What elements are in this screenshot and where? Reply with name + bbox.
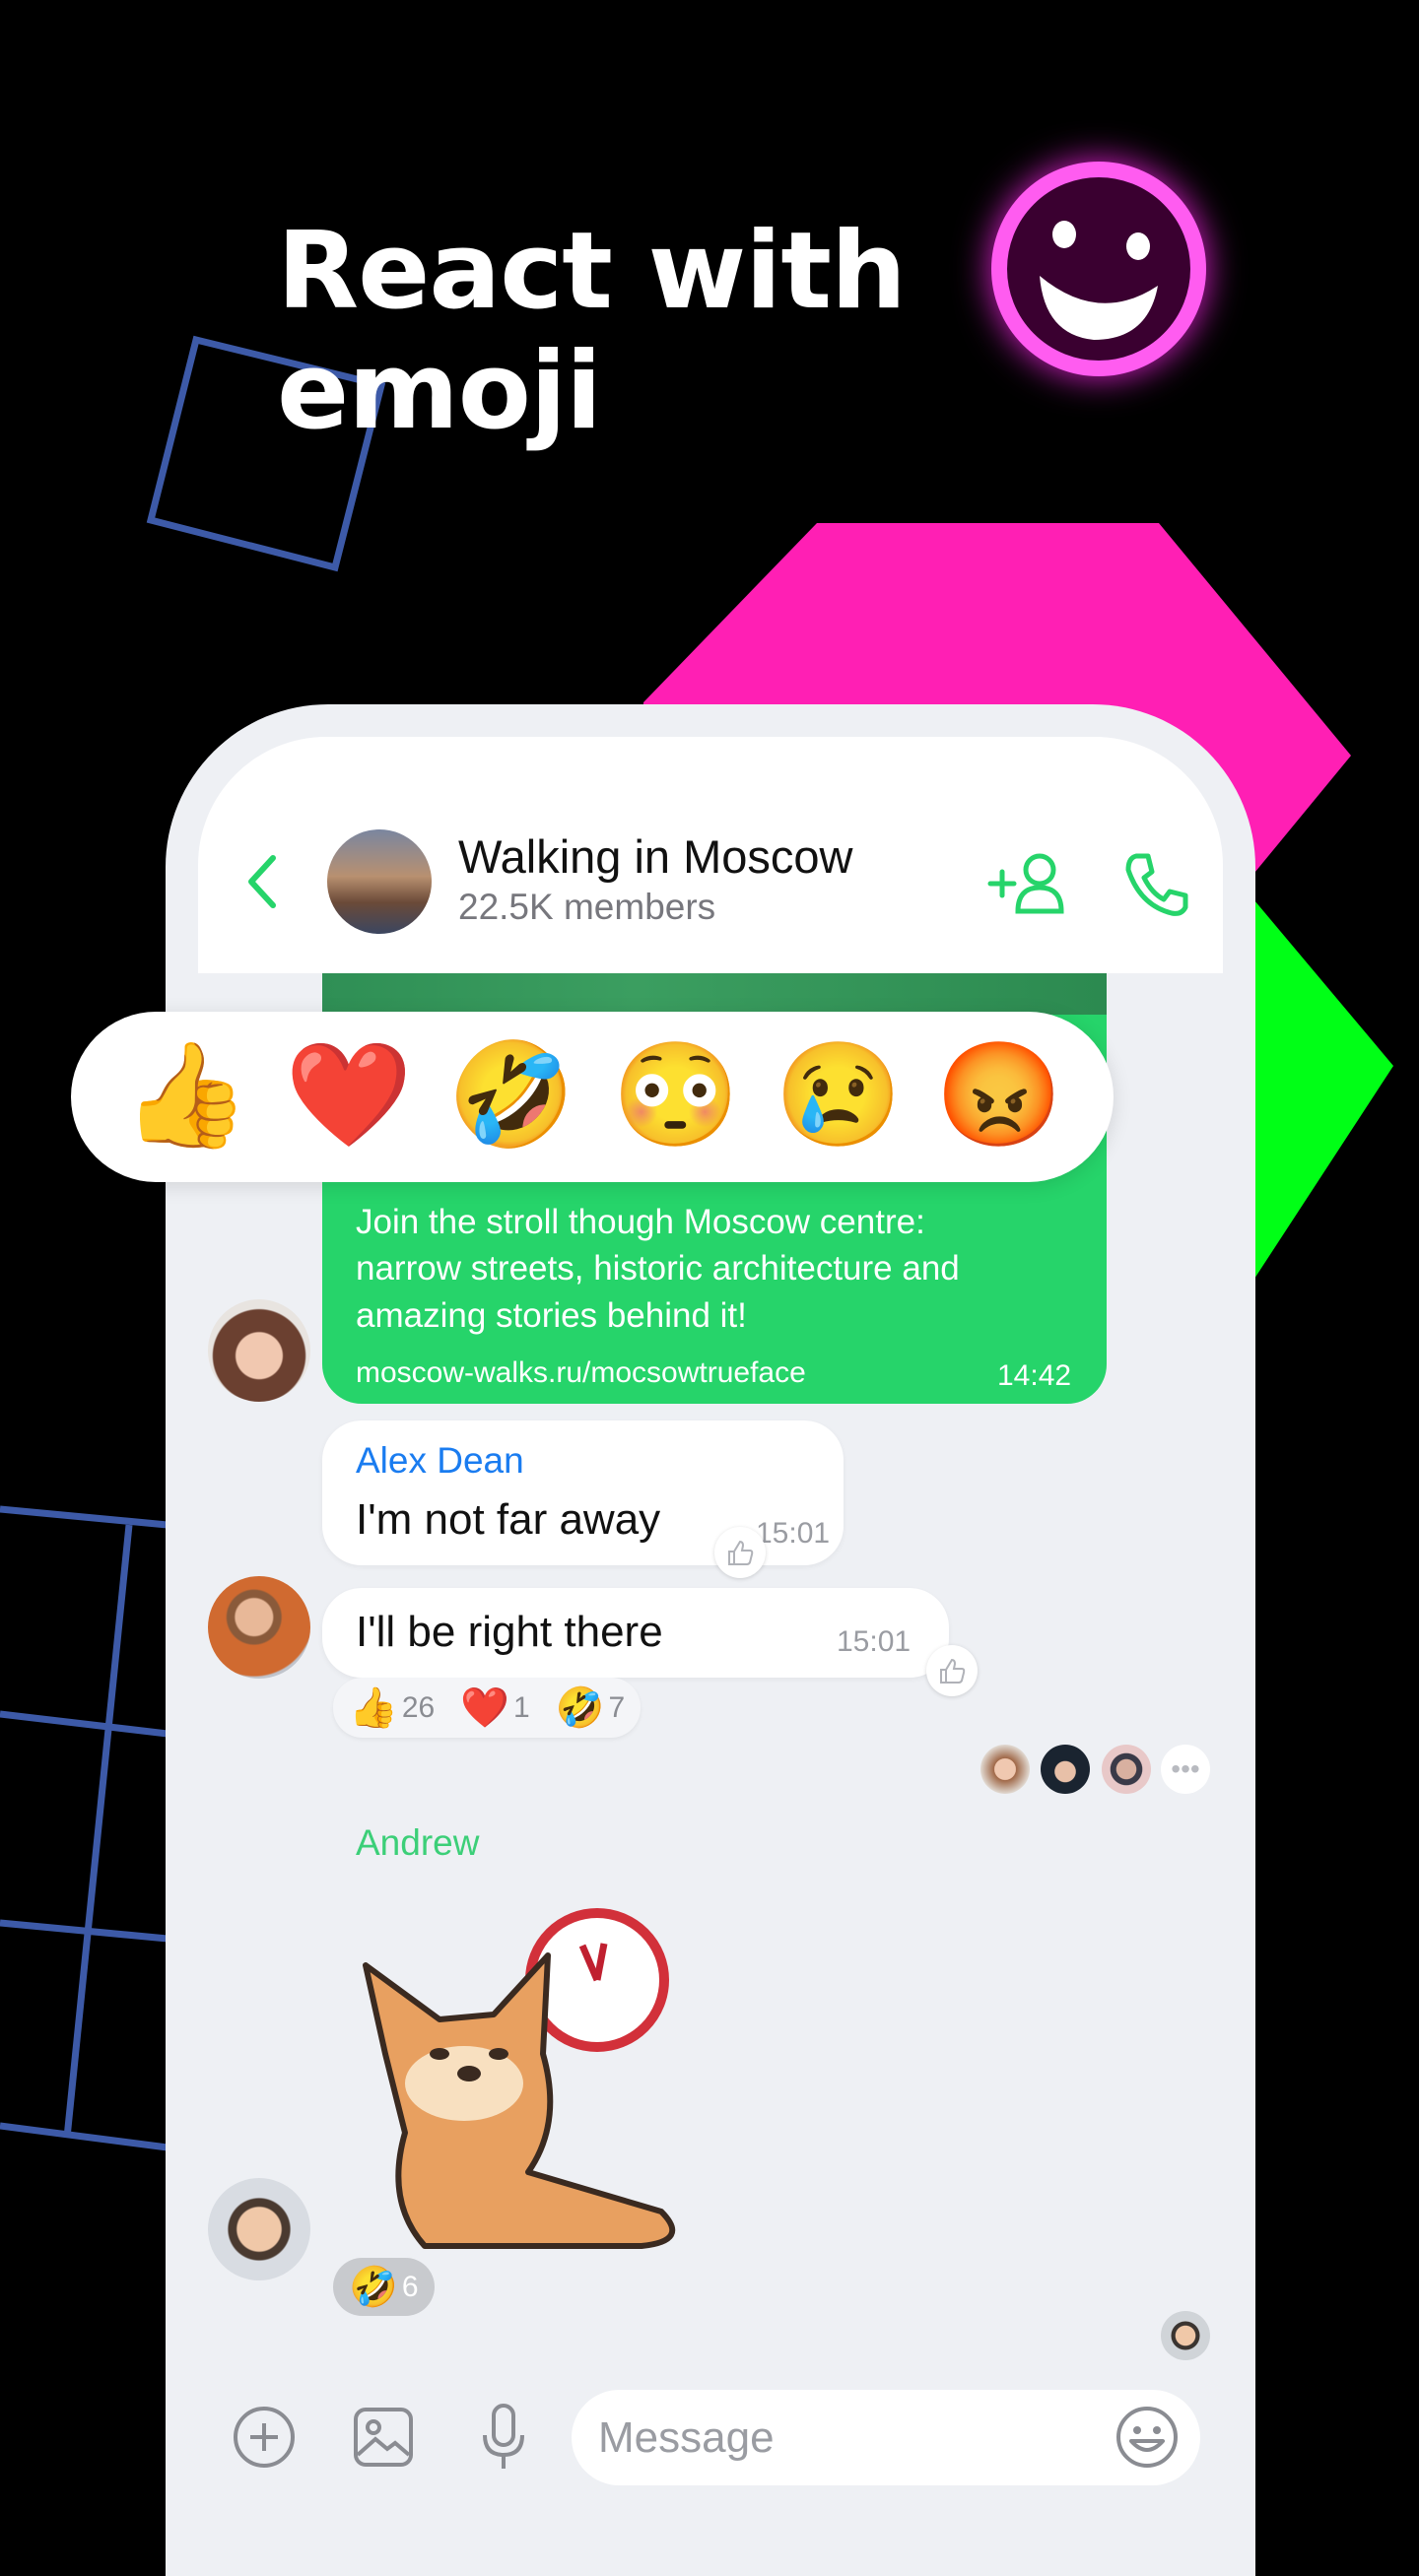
plus-icon[interactable] xyxy=(231,2404,298,2471)
reader-avatar[interactable] xyxy=(1102,1745,1151,1794)
like-button[interactable] xyxy=(926,1645,978,1696)
thumbs-up-outline-icon xyxy=(728,1540,754,1565)
fox-clock-sticker[interactable] xyxy=(346,1906,710,2271)
back-chevron-icon[interactable] xyxy=(243,852,279,911)
post-text-line: amazing stories behind it! xyxy=(356,1296,747,1335)
reaction-thumbs-up[interactable]: 👍 xyxy=(117,1031,255,1159)
promo-headline: React with emoji xyxy=(277,210,907,453)
message-time: 15:01 xyxy=(756,1517,831,1550)
emoji-icon[interactable] xyxy=(1114,2404,1181,2471)
add-member-icon[interactable] xyxy=(986,852,1073,915)
member-count: 22.5K members xyxy=(458,887,716,927)
avatar[interactable] xyxy=(208,1576,310,1679)
reaction-emoji[interactable]: 🤣 xyxy=(556,1684,605,1731)
reaction-count: 26 xyxy=(401,1690,436,1724)
image-icon[interactable] xyxy=(352,2406,415,2469)
reaction-count: 6 xyxy=(401,2270,419,2303)
thumbs-up-outline-icon xyxy=(940,1658,966,1684)
more-readers-button[interactable]: ••• xyxy=(1161,1745,1210,1794)
post-link[interactable]: moscow-walks.ru/mocsowtrueface xyxy=(356,1356,806,1390)
reader-avatar[interactable] xyxy=(1041,1745,1090,1794)
message-time: 15:01 xyxy=(837,1625,912,1658)
avatar[interactable] xyxy=(208,1299,310,1402)
reaction-flushed[interactable]: 😳 xyxy=(607,1031,745,1159)
reactions-summary: 👍 26 ❤️ 1 🤣 7 xyxy=(333,1678,642,1738)
message-bubble[interactable]: I'll be right there 15:01 xyxy=(322,1588,949,1678)
reaction-emoji[interactable]: 👍 xyxy=(349,1684,398,1731)
sender-name: Andrew xyxy=(356,1822,480,1863)
neon-smiley-icon xyxy=(991,162,1206,376)
reader-avatar[interactable] xyxy=(1161,2311,1210,2360)
post-time: 14:42 xyxy=(997,1359,1072,1392)
emoji-reaction-picker: 👍 ❤️ 🤣 😳 😢 😡 xyxy=(71,1012,1114,1182)
message-text: I'm not far away xyxy=(356,1495,661,1544)
sender-name: Alex Dean xyxy=(356,1440,524,1481)
message-input[interactable] xyxy=(572,2390,1200,2485)
mic-icon[interactable] xyxy=(479,2402,528,2473)
blue-grid-lines xyxy=(0,1505,169,2151)
post-text-line: Join the stroll though Moscow centre: xyxy=(356,1203,925,1241)
headline-line-2: emoji xyxy=(277,330,602,453)
post-text-line: narrow streets, historic architecture an… xyxy=(356,1249,960,1288)
reaction-crying[interactable]: 😢 xyxy=(770,1031,908,1159)
reaction-count: 1 xyxy=(513,1690,530,1724)
avatar[interactable] xyxy=(208,2178,310,2280)
phone-icon[interactable] xyxy=(1122,850,1191,919)
message-bubble[interactable]: Alex Dean I'm not far away 15:01 xyxy=(322,1420,844,1565)
chat-title: Walking in Moscow xyxy=(458,830,853,883)
reaction-count: 7 xyxy=(608,1690,626,1724)
headline-line-1: React with xyxy=(277,210,907,333)
reaction-emoji[interactable]: 🤣 xyxy=(349,2264,398,2310)
message-text: I'll be right there xyxy=(356,1608,663,1656)
reaction-emoji[interactable]: ❤️ xyxy=(460,1684,509,1731)
like-button[interactable] xyxy=(714,1527,766,1578)
reaction-heart[interactable]: ❤️ xyxy=(280,1031,418,1159)
group-avatar[interactable] xyxy=(327,829,432,934)
reaction-angry[interactable]: 😡 xyxy=(930,1031,1068,1159)
reader-avatar[interactable] xyxy=(980,1745,1030,1794)
reactions-summary: 🤣 6 xyxy=(333,2258,435,2316)
reaction-rofl[interactable]: 🤣 xyxy=(442,1031,580,1159)
green-diamond xyxy=(1254,900,1393,1279)
